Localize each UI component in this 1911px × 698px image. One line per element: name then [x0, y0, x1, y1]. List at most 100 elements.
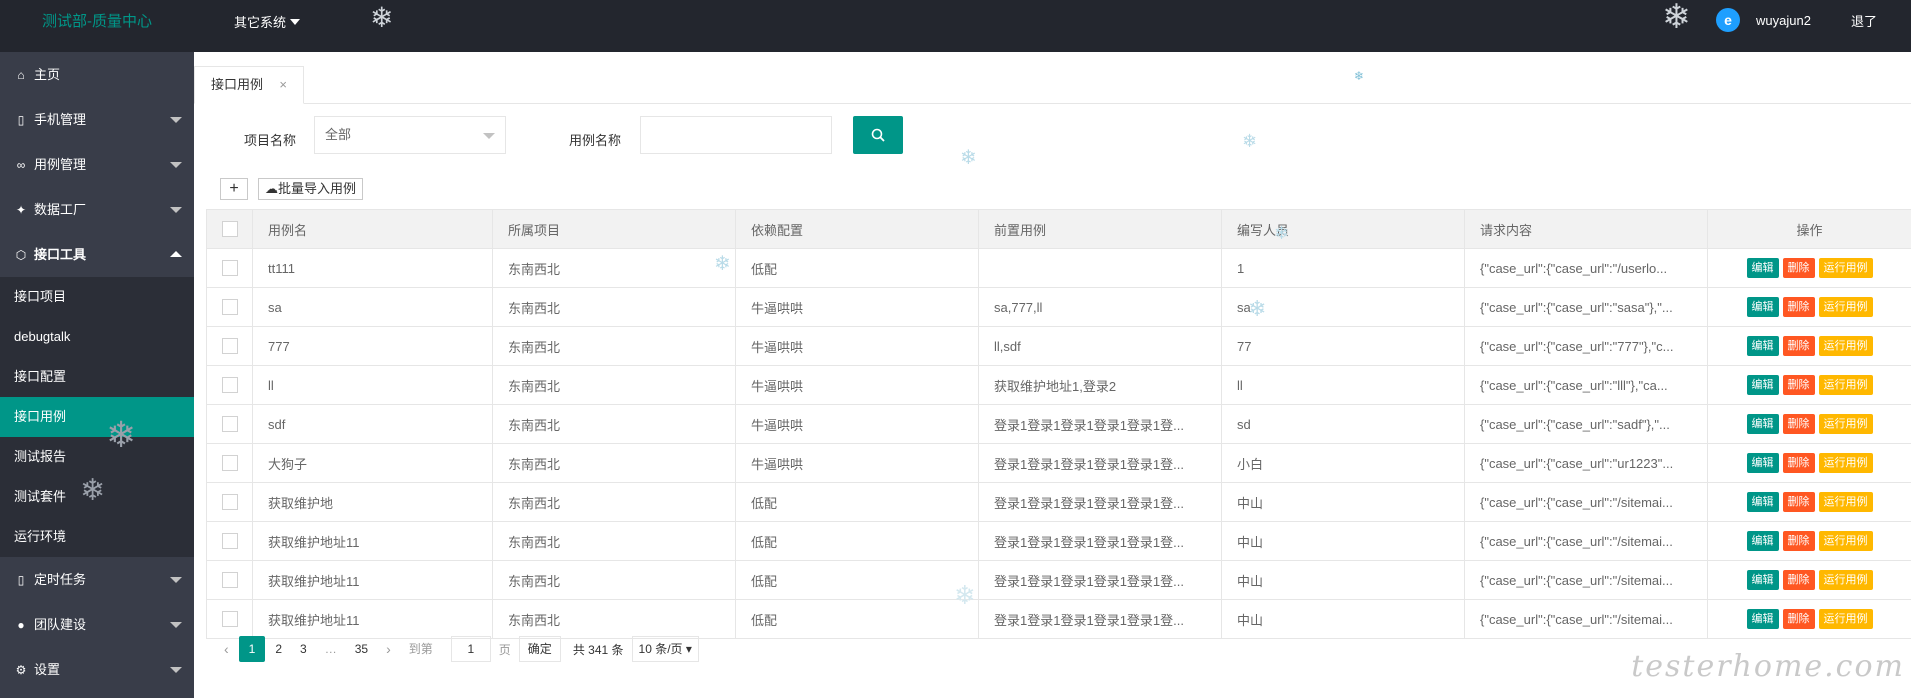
run-case-button[interactable]: 运行用例 — [1818, 258, 1873, 278]
run-case-button[interactable]: 运行用例 — [1818, 414, 1873, 434]
run-case-button[interactable]: 运行用例 — [1818, 570, 1873, 590]
sidebar-item-settings[interactable]: ⚙ 设置 — [0, 647, 194, 692]
delete-button[interactable]: 删除 — [1782, 297, 1815, 317]
run-case-button[interactable]: 运行用例 — [1818, 336, 1873, 356]
edit-button[interactable]: 编辑 — [1746, 258, 1779, 278]
column-header[interactable]: 用例名 — [252, 209, 493, 249]
sidebar-subitem-api-project[interactable]: 接口项目 — [0, 277, 194, 317]
chevron-down-icon — [170, 577, 182, 583]
page-button[interactable]: 3 — [292, 636, 315, 662]
batch-import-button[interactable]: ☁批量导入用例 — [258, 178, 364, 200]
pre-case-cell: sa,777,ll — [978, 287, 1222, 327]
other-systems-menu[interactable]: 其它系统 — [234, 12, 301, 31]
row-checkbox[interactable] — [221, 260, 238, 277]
sidebar-subitem-test-report[interactable]: 测试报告 — [0, 437, 194, 477]
delete-button[interactable]: 删除 — [1782, 570, 1815, 590]
edit-button[interactable]: 编辑 — [1746, 531, 1779, 551]
sidebar-item-data-factory[interactable]: ✦ 数据工厂 — [0, 187, 194, 232]
sidebar-subitem-run-env[interactable]: 运行环境 — [0, 517, 194, 557]
username[interactable]: wuyajun2 — [1756, 13, 1811, 28]
run-case-button[interactable]: 运行用例 — [1818, 609, 1873, 629]
sidebar-subitem-api-config[interactable]: 接口配置 — [0, 357, 194, 397]
case-name-cell: sdf — [252, 404, 493, 444]
table-row[interactable]: 获取维护地址11 东南西北 低配 登录1登录1登录1登录1登录1登... 中山 {"cas… — [206, 560, 1911, 600]
run-case-button[interactable]: 运行用例 — [1818, 375, 1873, 395]
chevron-down-icon — [170, 162, 182, 168]
page-button[interactable]: 1 — [238, 636, 266, 662]
delete-button[interactable]: 删除 — [1782, 336, 1815, 356]
sidebar: ⌂ 主页 ▯ 手机管理 ∞ 用例管理 ✦ 数据工厂 ⬡ 接口工具 接口项目 debugta… — [0, 52, 194, 698]
row-checkbox[interactable] — [221, 455, 238, 472]
table-row[interactable]: ll 东南西北 牛逼哄哄 获取维护地址1,登录2 ll {"case_url":{"cas… — [206, 365, 1911, 405]
edit-button[interactable]: 编辑 — [1746, 297, 1779, 317]
sidebar-item-scheduled-tasks[interactable]: ▯ 定时任务 — [0, 557, 194, 602]
goto-page-input[interactable]: 1 — [450, 636, 491, 662]
user-avatar-icon[interactable]: e — [1716, 8, 1741, 32]
sidebar-item-api-tools[interactable]: ⬡ 接口工具 — [0, 232, 194, 277]
delete-button[interactable]: 删除 — [1782, 492, 1815, 512]
delete-button[interactable]: 删除 — [1782, 375, 1815, 395]
row-checkbox[interactable] — [221, 299, 238, 316]
edit-button[interactable]: 编辑 — [1746, 492, 1779, 512]
project-select[interactable]: 全部 — [314, 116, 506, 154]
delete-button[interactable]: 删除 — [1782, 531, 1815, 551]
add-case-button[interactable]: + — [220, 178, 248, 200]
pre-case-cell — [978, 248, 1222, 288]
sidebar-item-team[interactable]: ● 团队建设 — [0, 602, 194, 647]
sidebar-subitem-api-case[interactable]: 接口用例 — [0, 397, 194, 437]
delete-button[interactable]: 删除 — [1782, 453, 1815, 473]
last-page-button[interactable]: 35 — [347, 636, 376, 662]
row-checkbox[interactable] — [221, 338, 238, 355]
edit-button[interactable]: 编辑 — [1746, 375, 1779, 395]
row-select-cell — [206, 248, 253, 288]
case-name-input[interactable] — [640, 116, 832, 154]
logout-link[interactable]: 退了 — [1851, 11, 1877, 30]
column-header[interactable]: 请求内容 — [1464, 209, 1708, 249]
close-icon[interactable]: × — [279, 67, 287, 103]
edit-button[interactable]: 编辑 — [1746, 414, 1779, 434]
column-header[interactable]: 编写人员 — [1221, 209, 1465, 249]
edit-button[interactable]: 编辑 — [1746, 609, 1779, 629]
column-header[interactable]: 所属项目 — [492, 209, 736, 249]
run-case-button[interactable]: 运行用例 — [1818, 453, 1873, 473]
table-row[interactable]: 获取维护地址11 东南西北 低配 登录1登录1登录1登录1登录1登... 中山 {"cas… — [206, 521, 1911, 561]
run-case-button[interactable]: 运行用例 — [1818, 297, 1873, 317]
phone-icon: ▯ — [17, 573, 25, 587]
sidebar-item-case-manage[interactable]: ∞ 用例管理 — [0, 142, 194, 187]
table-row[interactable]: sa 东南西北 牛逼哄哄 sa,777,ll sa {"case_url":{"case_… — [206, 287, 1911, 327]
sidebar-item-phone[interactable]: ▯ 手机管理 — [0, 97, 194, 142]
table-row[interactable]: sdf 东南西北 牛逼哄哄 登录1登录1登录1登录1登录1登... sd {"case_u… — [206, 404, 1911, 444]
run-case-button[interactable]: 运行用例 — [1818, 531, 1873, 551]
column-header[interactable]: 前置用例 — [978, 209, 1222, 249]
page-size-select[interactable]: 10 条/页 ▾ — [631, 636, 699, 662]
delete-button[interactable]: 删除 — [1782, 414, 1815, 434]
edit-button[interactable]: 编辑 — [1746, 453, 1779, 473]
row-checkbox[interactable] — [221, 416, 238, 433]
edit-button[interactable]: 编辑 — [1746, 336, 1779, 356]
prev-page-button[interactable]: ‹ — [216, 636, 237, 662]
delete-button[interactable]: 删除 — [1782, 258, 1815, 278]
row-checkbox[interactable] — [221, 377, 238, 394]
edit-button[interactable]: 编辑 — [1746, 570, 1779, 590]
table-row[interactable]: 大狗子 东南西北 牛逼哄哄 登录1登录1登录1登录1登录1登... 小白 {"case_u… — [206, 443, 1911, 483]
select-all-checkbox[interactable] — [221, 221, 238, 238]
next-page-button[interactable]: › — [378, 636, 399, 662]
table-row[interactable]: 777 东南西北 牛逼哄哄 ll,sdf 77 {"case_url":{"case_ur… — [206, 326, 1911, 366]
sidebar-subitem-debugtalk[interactable]: debugtalk — [0, 317, 194, 357]
sidebar-item-home[interactable]: ⌂ 主页 — [0, 52, 194, 97]
filter-form: 项目名称 全部 用例名称 — [194, 116, 1911, 160]
row-checkbox[interactable] — [221, 572, 238, 589]
row-checkbox[interactable] — [221, 611, 238, 628]
goto-confirm-button[interactable]: 确定 — [518, 636, 561, 662]
row-checkbox[interactable] — [221, 494, 238, 511]
table-row[interactable]: tt111 东南西北 低配 1 {"case_url":{"case_url":"/us… — [206, 248, 1911, 288]
tab-api-case[interactable]: 接口用例 × — [194, 66, 304, 104]
row-checkbox[interactable] — [221, 533, 238, 550]
brand-title[interactable]: 测试部-质量中心 — [0, 0, 194, 52]
run-case-button[interactable]: 运行用例 — [1818, 492, 1873, 512]
delete-button[interactable]: 删除 — [1782, 609, 1815, 629]
table-row[interactable]: 获取维护地 东南西北 低配 登录1登录1登录1登录1登录1登... 中山 {"case_u… — [206, 482, 1911, 522]
column-header[interactable]: 依赖配置 — [735, 209, 979, 249]
search-button[interactable] — [853, 116, 903, 154]
page-button[interactable]: 2 — [267, 636, 290, 662]
